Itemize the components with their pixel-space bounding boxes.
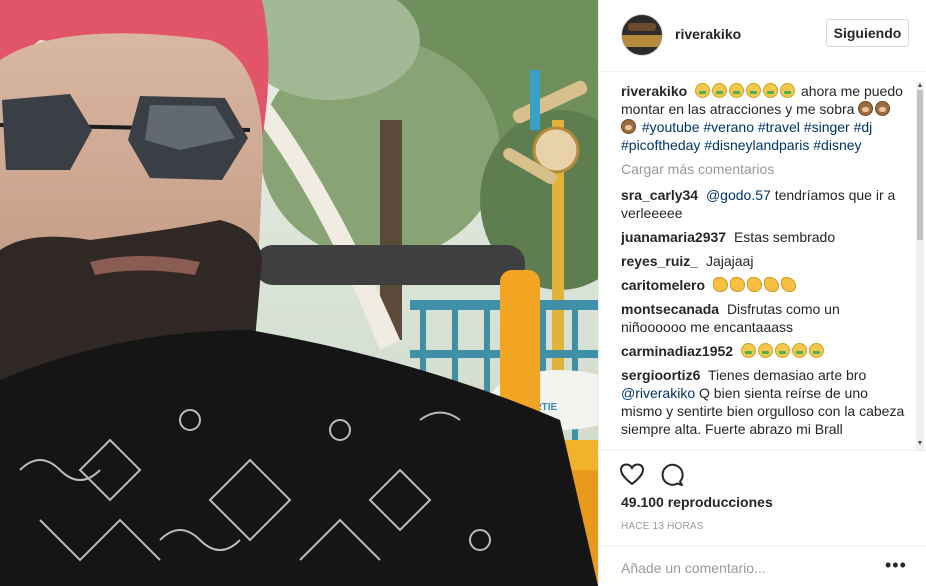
comment-username[interactable]: carminadiaz1952: [621, 343, 733, 359]
post-video[interactable]: SORTIE: [0, 0, 598, 586]
clapping-hands-icon: [746, 277, 762, 292]
comment-item: carminadiaz1952: [621, 342, 909, 360]
clapping-hands-icon: [712, 277, 728, 292]
header-username[interactable]: riverakiko: [675, 26, 741, 42]
hashtag-link[interactable]: #picoftheday: [621, 137, 700, 153]
clapping-hands-icon: [729, 277, 745, 292]
mention-link[interactable]: @riverakiko: [621, 385, 695, 401]
comment-item: montsecanada Disfrutas como un niñoooooo…: [621, 300, 909, 336]
add-comment-input[interactable]: [621, 557, 881, 579]
avatar[interactable]: [621, 14, 663, 56]
hashtag-link[interactable]: #verano: [703, 119, 754, 135]
comments-scrollbar[interactable]: ▲ ▼: [916, 82, 924, 450]
post-timestamp[interactable]: HACE 13 HORAS: [621, 521, 704, 532]
hashtag-link[interactable]: #travel: [758, 119, 800, 135]
comment-item: reyes_ruiz_ Jajajaaj: [621, 252, 909, 270]
scroll-down-arrow-icon[interactable]: ▼: [916, 440, 924, 448]
comment-username[interactable]: reyes_ruiz_: [621, 253, 698, 269]
comment-item: juanamaria2937 Estas sembrado: [621, 228, 909, 246]
comment-username[interactable]: montsecanada: [621, 301, 719, 317]
comment-item: sra_carly34 @godo.57 tendríamos que ir a…: [621, 186, 909, 222]
avatar-decor: [622, 35, 662, 47]
comment-text: Jajajaaj: [705, 253, 754, 269]
money-mouth-emoji-icon: [808, 343, 824, 358]
post-header: riverakiko Siguiendo: [599, 0, 926, 72]
see-no-evil-monkey-icon: [858, 101, 874, 116]
caption-username[interactable]: riverakiko: [621, 83, 687, 99]
hashtag-link[interactable]: #disneylandparis: [704, 137, 809, 153]
post-photo-scene: SORTIE: [0, 0, 598, 586]
scroll-up-arrow-icon[interactable]: ▲: [916, 82, 924, 90]
comment-username[interactable]: sergioortiz6: [621, 367, 700, 383]
post-actions: [599, 450, 926, 486]
avatar-decor: [628, 23, 656, 31]
comment-username[interactable]: caritomelero: [621, 277, 705, 293]
scrollbar-thumb[interactable]: [917, 90, 923, 240]
comments-list: riverakiko ahora me puedo montar en las …: [621, 82, 909, 450]
money-mouth-emoji-icon: [729, 83, 745, 98]
add-comment-bar: •••: [599, 546, 926, 586]
money-mouth-emoji-icon: [712, 83, 728, 98]
see-no-evil-monkey-icon: [875, 101, 891, 116]
following-button[interactable]: Siguiendo: [826, 19, 909, 47]
money-mouth-emoji-icon: [746, 83, 762, 98]
money-mouth-emoji-icon: [740, 343, 756, 358]
comment-text: Tienes demasiao arte bro: [708, 367, 867, 383]
flexed-biceps-icon: [763, 277, 779, 292]
comment-username[interactable]: sra_carly34: [621, 187, 698, 203]
load-more-comments-link[interactable]: Cargar más comentarios: [621, 160, 909, 178]
caption: riverakiko ahora me puedo montar en las …: [621, 82, 909, 154]
hashtag-link[interactable]: #singer: [804, 119, 850, 135]
comment-item: caritomelero: [621, 276, 909, 294]
mention-link[interactable]: @godo.57: [706, 187, 771, 203]
money-mouth-emoji-icon: [695, 83, 711, 98]
comment-text: Estas sembrado: [733, 229, 836, 245]
money-mouth-emoji-icon: [763, 83, 779, 98]
flexed-biceps-icon: [780, 277, 796, 292]
comment-username[interactable]: juanamaria2937: [621, 229, 726, 245]
see-no-evil-monkey-icon: [621, 119, 636, 134]
money-mouth-emoji-icon: [774, 343, 790, 358]
money-mouth-emoji-icon: [780, 83, 796, 98]
instagram-post: SORTIE: [0, 0, 926, 586]
money-mouth-emoji-icon: [757, 343, 773, 358]
comment-bubble-icon[interactable]: [659, 462, 685, 488]
more-options-icon[interactable]: •••: [885, 556, 907, 574]
post-side-panel: riverakiko Siguiendo riverakiko ahora me…: [598, 0, 926, 586]
hashtag-link[interactable]: #dj: [854, 119, 873, 135]
view-count[interactable]: 49.100 reproducciones: [621, 494, 773, 510]
heart-icon[interactable]: [619, 462, 645, 488]
money-mouth-emoji-icon: [791, 343, 807, 358]
hashtag-link[interactable]: #disney: [813, 137, 861, 153]
hashtag-link[interactable]: #youtube: [642, 119, 700, 135]
comment-item: sergioortiz6 Tienes demasiao arte bro @r…: [621, 366, 909, 438]
